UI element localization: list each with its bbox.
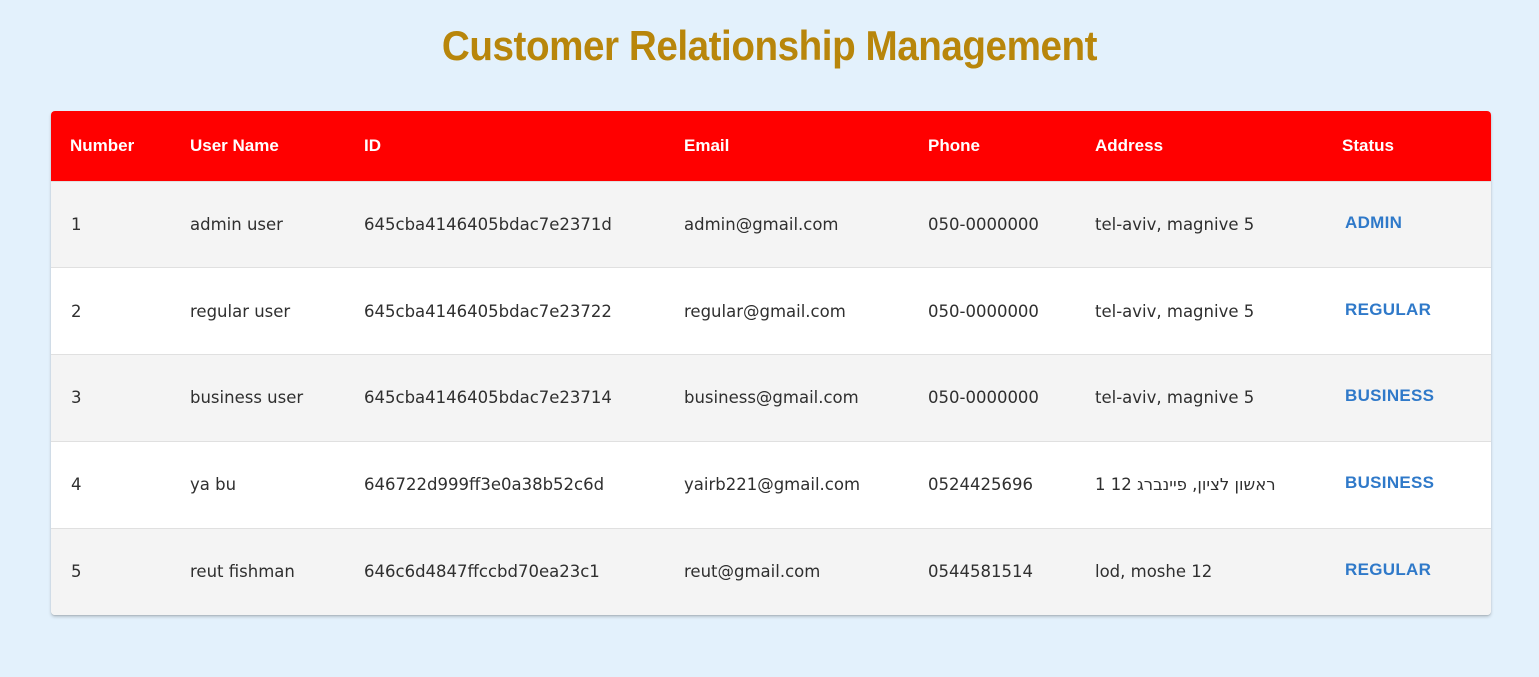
cell-id: 646722d999ff3e0a38b52c6d bbox=[364, 475, 605, 495]
cell-address: tel-aviv, magnive 5 bbox=[1095, 388, 1255, 408]
customers-table-card: Number User Name ID Email Phone Address … bbox=[51, 111, 1491, 615]
cell-status: REGULAR bbox=[1323, 268, 1491, 355]
header-address: Address bbox=[1095, 135, 1164, 155]
cell-user-name: admin user bbox=[190, 214, 283, 234]
cell-address: ראשון לציון, פיינברג 12 1 bbox=[1076, 441, 1323, 528]
header-user-name: User Name bbox=[190, 135, 279, 155]
header-email: Email bbox=[684, 135, 730, 155]
cell-number: 4 bbox=[71, 475, 82, 495]
cell-phone: 0544581514 bbox=[928, 562, 1033, 582]
cell-email: business@gmail.com bbox=[684, 388, 859, 408]
cell-phone: 0524425696 bbox=[928, 475, 1033, 495]
cell-address: lod, moshe 12 bbox=[1095, 562, 1213, 582]
status-button[interactable]: REGULAR bbox=[1334, 294, 1442, 326]
cell-address: tel-aviv, magnive 5 bbox=[1095, 214, 1255, 234]
cell-status: BUSINESS bbox=[1323, 355, 1491, 442]
cell-number: 5 bbox=[71, 562, 82, 582]
cell-number: 1 bbox=[71, 214, 82, 234]
cell-phone: 050-0000000 bbox=[928, 301, 1039, 321]
status-button[interactable]: BUSINESS bbox=[1334, 380, 1445, 412]
cell-address: tel-aviv, magnive 5 bbox=[1095, 301, 1255, 321]
header-number: Number bbox=[70, 135, 135, 155]
cell-phone: 050-0000000 bbox=[928, 214, 1039, 234]
cell-id: 645cba4146405bdac7e2371d bbox=[364, 214, 612, 234]
table-row: 4 ya bu 646722d999ff3e0a38b52c6d yairb22… bbox=[51, 441, 1491, 528]
cell-email: reut@gmail.com bbox=[684, 562, 821, 582]
address-text: ראשון לציון, פיינברג 12 1 bbox=[1095, 475, 1276, 495]
table-row: 2 regular user 645cba4146405bdac7e23722 … bbox=[51, 267, 1491, 355]
table-row: 5 reut fishman 646c6d4847ffccbd70ea23c1 … bbox=[51, 528, 1491, 615]
customers-table: Number User Name ID Email Phone Address … bbox=[51, 111, 1491, 615]
status-button[interactable]: BUSINESS bbox=[1334, 467, 1445, 499]
table-row: 3 business user 645cba4146405bdac7e23714… bbox=[51, 354, 1491, 442]
cell-number: 3 bbox=[71, 388, 82, 408]
header-status: Status bbox=[1342, 135, 1394, 155]
cell-number: 2 bbox=[71, 301, 82, 321]
table-header: Number User Name ID Email Phone Address … bbox=[51, 111, 1491, 181]
cell-email: yairb221@gmail.com bbox=[684, 475, 861, 495]
cell-status: BUSINESS bbox=[1323, 441, 1491, 528]
cell-user-name: reut fishman bbox=[190, 562, 295, 582]
header-phone: Phone bbox=[928, 135, 980, 155]
table-body: 1 admin user 645cba4146405bdac7e2371d ad… bbox=[51, 181, 1491, 615]
cell-status: REGULAR bbox=[1323, 528, 1491, 615]
cell-status: ADMIN bbox=[1323, 181, 1491, 268]
cell-email: admin@gmail.com bbox=[684, 214, 839, 234]
status-button[interactable]: ADMIN bbox=[1334, 207, 1413, 239]
cell-email: regular@gmail.com bbox=[684, 301, 846, 321]
cell-id: 645cba4146405bdac7e23722 bbox=[364, 301, 612, 321]
cell-user-name: business user bbox=[190, 388, 304, 408]
table-header-row: Number User Name ID Email Phone Address … bbox=[51, 111, 1491, 181]
cell-phone: 050-0000000 bbox=[928, 388, 1039, 408]
cell-id: 646c6d4847ffccbd70ea23c1 bbox=[364, 562, 600, 582]
status-button[interactable]: REGULAR bbox=[1334, 554, 1442, 586]
page-title: Customer Relationship Management bbox=[441, 22, 1098, 69]
header-id: ID bbox=[364, 135, 381, 155]
cell-id: 645cba4146405bdac7e23714 bbox=[364, 388, 612, 408]
table-row: 1 admin user 645cba4146405bdac7e2371d ad… bbox=[51, 181, 1491, 268]
cell-user-name: regular user bbox=[190, 301, 291, 321]
cell-user-name: ya bu bbox=[190, 475, 237, 495]
